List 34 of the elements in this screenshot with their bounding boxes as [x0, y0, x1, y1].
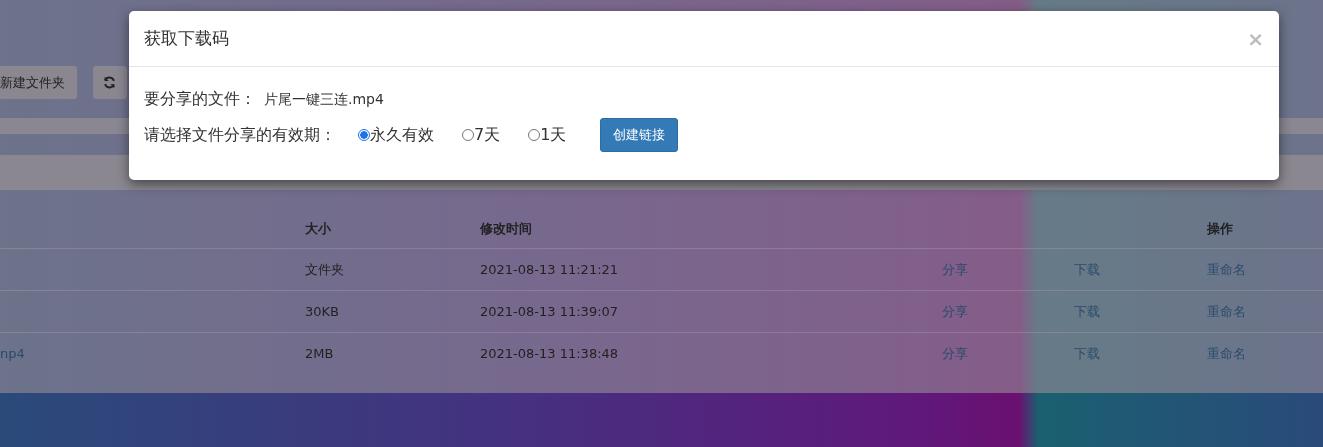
column-header: 操作: [1207, 220, 1234, 238]
column-header: 修改时间: [480, 220, 533, 238]
table-cell: 30KB: [305, 304, 339, 319]
dialog-title: 获取下载码: [144, 27, 229, 50]
download-link[interactable]: 下载: [1074, 344, 1100, 363]
new-folder-button[interactable]: 新建文件夹: [0, 66, 77, 99]
file-name: 片尾一键三连.mp4: [264, 90, 384, 109]
option-label[interactable]: 永久有效: [370, 124, 434, 146]
share-link[interactable]: 分享: [942, 344, 968, 363]
download-link[interactable]: 下载: [1074, 302, 1100, 321]
radio-button[interactable]: [358, 129, 370, 141]
radio-button[interactable]: [528, 129, 541, 141]
rename-link[interactable]: 重命名: [1207, 260, 1246, 279]
option-label[interactable]: 1天: [540, 124, 567, 146]
table-cell: 文件夹: [305, 260, 344, 279]
table-cell: 2MB: [305, 346, 334, 361]
period-label: 请选择文件分享的有效期：: [144, 124, 336, 146]
create-link-button[interactable]: 创建链接: [600, 118, 679, 152]
share-link[interactable]: 分享: [942, 302, 968, 321]
share-link[interactable]: 分享: [942, 260, 968, 279]
table-cell: 2021-08-13 11:38:48: [480, 346, 619, 361]
column-header: 大小: [305, 220, 332, 238]
refresh-button[interactable]: [93, 66, 127, 99]
rename-link[interactable]: 重命名: [1207, 344, 1246, 363]
file-name-link[interactable]: np4: [0, 346, 25, 361]
radio-button[interactable]: [462, 129, 474, 141]
download-link[interactable]: 下载: [1074, 260, 1100, 279]
close-button[interactable]: ×: [1247, 26, 1264, 51]
file-label: 要分享的文件：: [144, 89, 256, 110]
refresh-icon: [103, 76, 116, 89]
table-cell: 2021-08-13 11:39:07: [480, 304, 619, 319]
option-label[interactable]: 7天: [474, 124, 501, 146]
rename-link[interactable]: 重命名: [1207, 302, 1246, 321]
table-cell: 2021-08-13 11:21:21: [480, 262, 619, 277]
